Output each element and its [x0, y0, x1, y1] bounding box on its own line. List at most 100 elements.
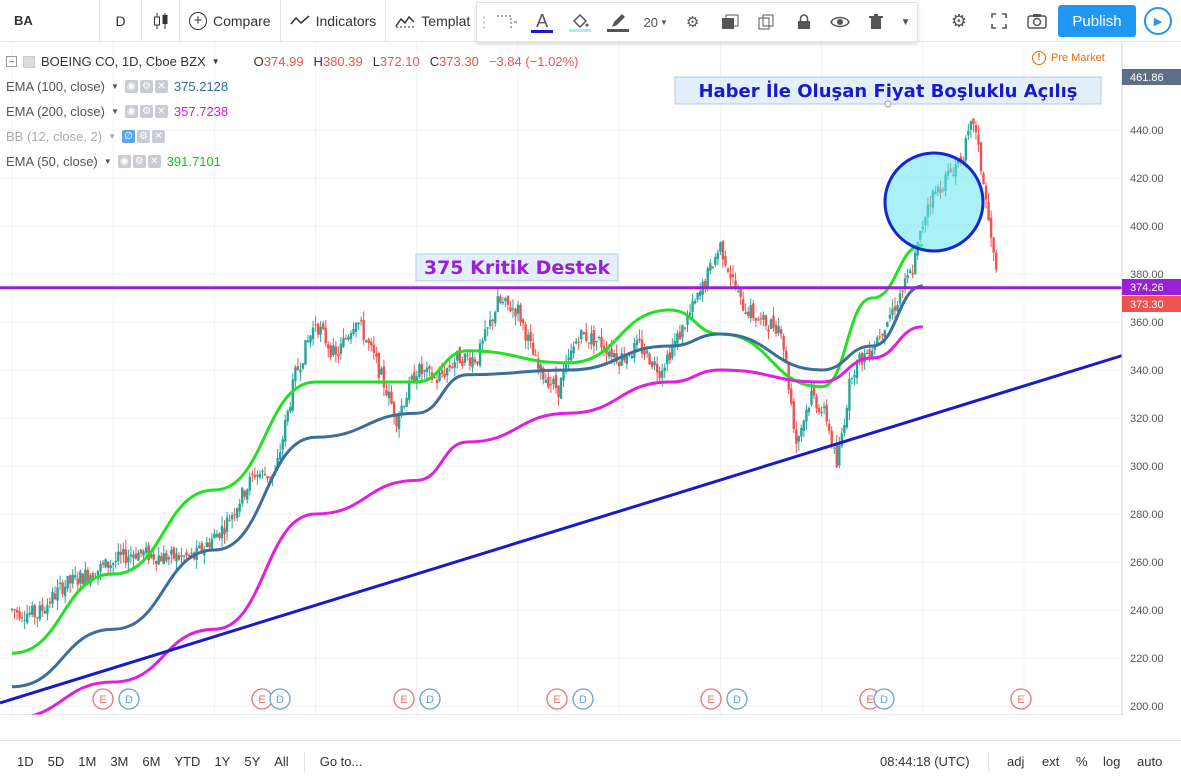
delete-button[interactable] — [858, 3, 894, 41]
clone-button[interactable] — [748, 3, 786, 41]
candle-body — [438, 372, 441, 382]
goto-button[interactable]: Go to... — [313, 754, 370, 769]
chart-type-button[interactable] — [142, 0, 180, 42]
ext-toggle[interactable]: ext — [1042, 754, 1059, 769]
gear-icon[interactable]: ⚙ — [139, 105, 153, 118]
adj-toggle[interactable]: adj — [1007, 754, 1024, 769]
symbol-search[interactable]: BA — [0, 0, 100, 42]
h-label: H — [313, 54, 323, 69]
drawing-settings-button[interactable]: ⚙ — [675, 3, 711, 41]
candle-body — [977, 134, 980, 145]
visibility-icon[interactable]: ◉ — [117, 155, 131, 168]
fullscreen-button[interactable] — [980, 0, 1018, 42]
candle-body — [246, 489, 249, 500]
candle-body — [630, 355, 634, 359]
candle-body — [984, 185, 988, 200]
auto-toggle[interactable]: auto — [1137, 754, 1162, 769]
interval-button[interactable]: D — [100, 0, 142, 42]
candle-body — [319, 326, 322, 335]
candle-body — [987, 202, 990, 221]
candle-body — [587, 342, 591, 344]
settings-button[interactable]: ⚙ — [940, 0, 978, 42]
range-5d[interactable]: 5D — [41, 754, 72, 769]
clock[interactable]: 08:44:18 (UTC) — [880, 754, 970, 769]
hide-button[interactable] — [822, 3, 858, 41]
snapshot-button[interactable] — [1018, 0, 1056, 42]
range-1y[interactable]: 1Y — [207, 754, 237, 769]
candle-body — [491, 319, 494, 322]
candle-body — [296, 366, 300, 370]
chevron-down-icon[interactable]: ▼ — [108, 132, 116, 141]
visibility-icon[interactable]: ◉ — [124, 105, 138, 118]
lock-button[interactable] — [786, 3, 822, 41]
drag-handle-icon[interactable]: ⋮ — [477, 3, 492, 41]
candle-body — [827, 424, 831, 432]
close-icon[interactable]: ✕ — [147, 155, 161, 168]
candle-body — [840, 433, 844, 447]
range-5y[interactable]: 5Y — [237, 754, 267, 769]
range-1d[interactable]: 1D — [10, 754, 41, 769]
line-width-button[interactable]: 20 ▼ — [637, 3, 675, 41]
gear-icon[interactable]: ⚙ — [137, 130, 151, 143]
candle-body — [625, 356, 628, 364]
play-button[interactable]: ▶ — [1144, 7, 1172, 35]
candle-body — [610, 348, 613, 357]
candle-body — [304, 340, 307, 365]
candle-body — [797, 436, 801, 442]
candle-body — [618, 362, 621, 367]
log-toggle[interactable]: log — [1103, 754, 1120, 769]
fill-color-button[interactable] — [561, 3, 599, 41]
close-icon[interactable]: ✕ — [152, 130, 166, 143]
range-ytd[interactable]: YTD — [167, 754, 207, 769]
earnings-event-label: E — [553, 694, 560, 706]
candle-body — [51, 591, 54, 604]
visibility-icon[interactable]: ◉ — [124, 80, 138, 93]
visual-order-button[interactable] — [711, 3, 749, 41]
candle-body — [643, 350, 646, 355]
gear-icon[interactable]: ⚙ — [139, 80, 153, 93]
chevron-down-icon[interactable]: ▼ — [104, 157, 112, 166]
premarket-badge[interactable]: ! Pre Market — [1032, 51, 1105, 65]
templates-button[interactable]: Templat — [386, 0, 479, 42]
candle-body — [316, 323, 320, 335]
percent-toggle[interactable]: % — [1076, 754, 1088, 769]
candle-body — [230, 514, 234, 520]
premarket-label: Pre Market — [1051, 52, 1105, 64]
more-button[interactable]: ▼ — [894, 3, 917, 41]
candle-body — [744, 312, 747, 315]
line-style-button[interactable] — [491, 3, 523, 41]
candle-body — [582, 332, 585, 335]
chevron-down-icon[interactable]: ▼ — [111, 82, 119, 91]
candle-body — [63, 586, 67, 597]
legend-ema50[interactable]: EMA (50, close) ▼ ◉ ⚙ ✕ 391.7101 — [6, 149, 578, 174]
compare-button[interactable]: + Compare — [180, 0, 281, 42]
range-6m[interactable]: 6M — [135, 754, 167, 769]
close-icon[interactable]: ✕ — [154, 105, 168, 118]
range-all[interactable]: All — [267, 754, 295, 769]
candle-body — [122, 548, 125, 555]
close-icon[interactable]: ✕ — [154, 80, 168, 93]
legend-ema100[interactable]: EMA (100, close) ▼ ◉ ⚙ ✕ 375.2128 — [6, 74, 578, 99]
templates-icon — [395, 15, 415, 27]
earnings-event-label: E — [1017, 694, 1024, 706]
line-color-button[interactable] — [599, 3, 637, 41]
indicators-button[interactable]: Indicators — [281, 0, 387, 42]
candle-body — [580, 329, 583, 340]
candle-body — [106, 561, 110, 568]
publish-button[interactable]: Publish — [1058, 5, 1136, 37]
chevron-down-icon: ▼ — [659, 17, 668, 27]
legend-bb[interactable]: BB (12, close, 2) ▼ ∅ ⚙ ✕ — [6, 124, 578, 149]
gear-icon[interactable]: ⚙ — [132, 155, 146, 168]
series-title[interactable]: BOEING CO, 1D, Cboe BZX — [41, 54, 206, 69]
candle-body — [574, 341, 578, 344]
collapse-icon[interactable]: – — [6, 56, 17, 67]
chevron-down-icon[interactable]: ▼ — [212, 57, 220, 66]
candle-body — [357, 322, 360, 325]
chevron-down-icon[interactable]: ▼ — [111, 107, 119, 116]
legend-ema200[interactable]: EMA (200, close) ▼ ◉ ⚙ ✕ 357.7238 — [6, 99, 578, 124]
range-1m[interactable]: 1M — [71, 754, 103, 769]
range-3m[interactable]: 3M — [103, 754, 135, 769]
dividend-event-label: D — [125, 694, 133, 706]
text-color-button[interactable]: A — [523, 3, 561, 41]
hidden-icon[interactable]: ∅ — [122, 130, 136, 143]
